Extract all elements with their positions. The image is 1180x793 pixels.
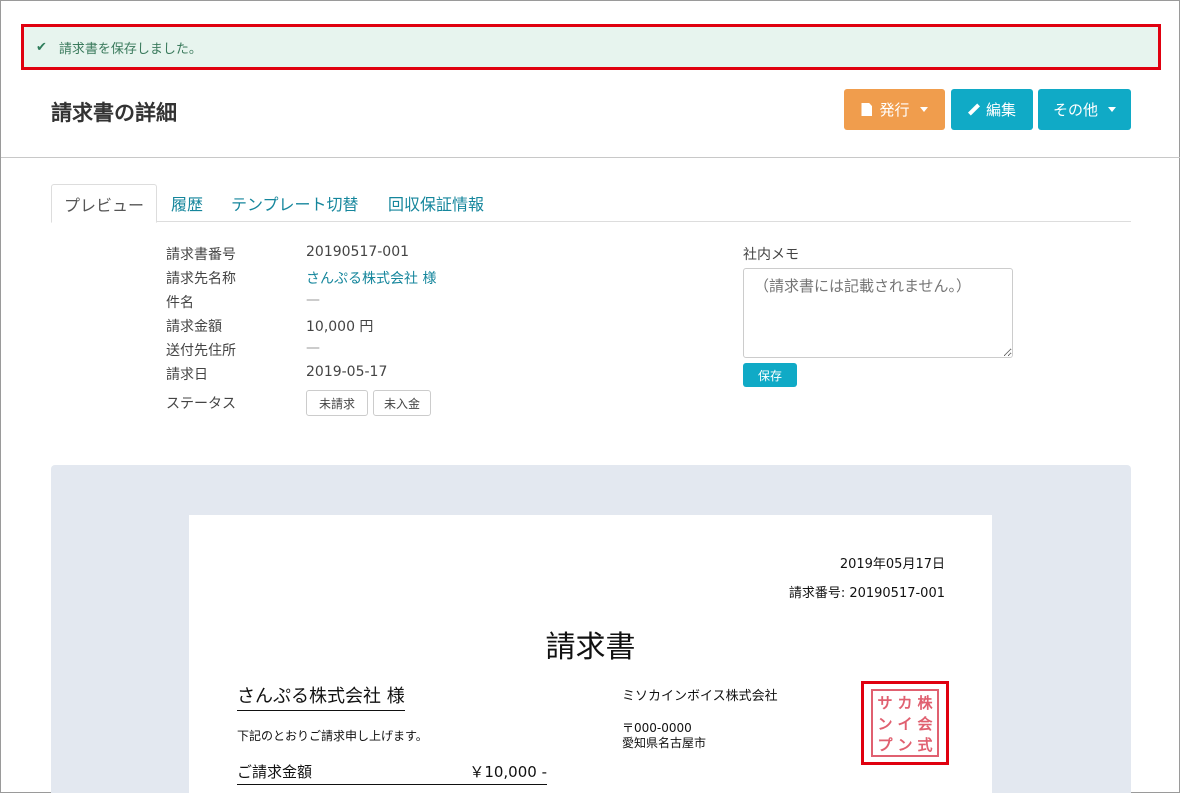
internal-memo-input[interactable]	[743, 268, 1013, 358]
invoice-number-label: 請求書番号	[166, 247, 236, 263]
issue-button-label: 発行	[879, 101, 910, 119]
invoice-date-value: 2019-05-17	[306, 364, 388, 380]
issue-button[interactable]: 発行	[844, 89, 945, 130]
status-badge-unbilled: 未請求	[306, 390, 368, 416]
tab-collection-guarantee[interactable]: 回収保証情報	[376, 184, 496, 222]
memo-save-button[interactable]: 保存	[743, 363, 797, 387]
address-label: 送付先住所	[166, 343, 236, 359]
other-button[interactable]: その他	[1038, 89, 1131, 130]
preview-title: 請求書	[545, 630, 636, 665]
subject-label: 件名	[166, 295, 194, 311]
tab-preview[interactable]: プレビュー	[51, 184, 158, 223]
document-icon	[861, 103, 873, 116]
preview-client-name: さんぷる株式会社 様	[237, 682, 405, 711]
preview-invoice-number: 請求番号: 20190517-001	[788, 586, 945, 601]
pencil-icon	[968, 104, 979, 115]
client-name-label: 請求先名称	[166, 271, 236, 287]
invoice-number-value: 20190517-001	[306, 244, 410, 260]
invoice-paper: 2019年05月17日 請求番号: 20190517-001 請求書 さんぷる株…	[189, 515, 992, 793]
tab-bar: プレビュー 履歴 テンプレート切替 回収保証情報	[51, 184, 1131, 223]
internal-memo-label: 社内メモ	[743, 247, 799, 263]
caret-down-icon	[919, 107, 928, 112]
save-success-alert: ✔ 請求書を保存しました。	[21, 24, 1161, 70]
edit-button[interactable]: 編集	[951, 89, 1033, 130]
edit-button-label: 編集	[985, 101, 1016, 119]
preview-address: 愛知県名古屋市	[622, 736, 707, 750]
page-title: 請求書の詳細	[51, 101, 177, 125]
address-value: —	[306, 340, 320, 356]
other-button-label: その他	[1052, 101, 1098, 119]
client-name-link[interactable]: さんぷる株式会社 様	[306, 268, 436, 288]
preview-total-value: ￥10,000 -	[469, 763, 547, 781]
invoice-date-label: 請求日	[166, 367, 208, 383]
check-icon: ✔	[36, 39, 47, 55]
tab-template-switch[interactable]: テンプレート切替	[219, 184, 371, 222]
header-divider	[1, 157, 1180, 158]
company-seal-icon: サ カ 株 ン イ 会 プ ン 式	[871, 689, 939, 757]
amount-label: 請求金額	[166, 319, 222, 335]
amount-value: 10,000 円	[306, 319, 374, 335]
preview-total-label: ご請求金額	[237, 763, 313, 781]
preview-date: 2019年05月17日	[839, 557, 945, 572]
caret-down-icon	[1108, 107, 1116, 112]
status-badge-unpaid: 未入金	[373, 390, 431, 416]
tab-history[interactable]: 履歴	[159, 184, 215, 222]
preview-intro-text: 下記のとおりご請求申し上げます。	[237, 729, 428, 743]
preview-total: ご請求金額 ￥10,000 -	[237, 761, 547, 785]
company-seal-highlight: サ カ 株 ン イ 会 プ ン 式	[861, 681, 949, 765]
status-label: ステータス	[166, 396, 236, 412]
subject-value: —	[306, 292, 320, 308]
preview-company-name: ミソカインボイス株式会社	[622, 689, 778, 704]
alert-message: 請求書を保存しました。	[58, 41, 202, 57]
